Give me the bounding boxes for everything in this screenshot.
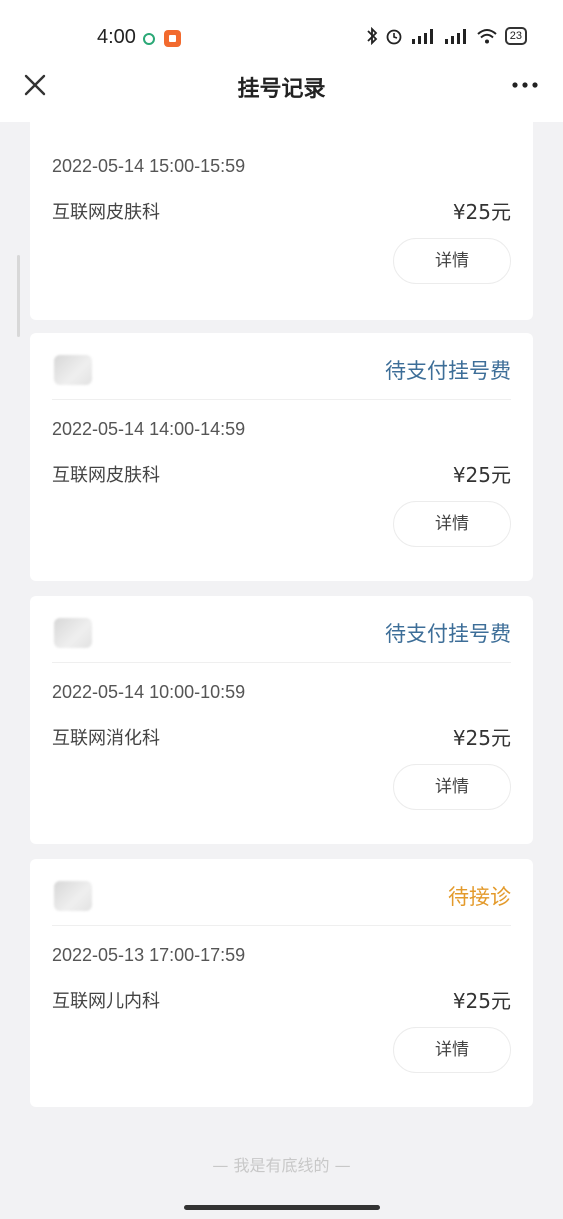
status-time: 4:00 (97, 26, 136, 48)
record-price: ¥25元 (452, 989, 511, 1013)
record-card: 2022-05-14 15:00-15:59 互联网皮肤科 ¥25元 详情 (30, 118, 533, 320)
notification-bubble-icon (143, 32, 155, 45)
record-status: 待支付挂号费 (385, 622, 511, 646)
status-bar: 4:00 23 (0, 0, 563, 74)
record-status: 待接诊 (448, 885, 511, 909)
record-card: 待支付挂号费 2022-05-14 14:00-14:59 互联网皮肤科 ¥25… (30, 333, 533, 581)
scroll-indicator (17, 255, 20, 337)
page-title: 挂号记录 (237, 77, 326, 102)
record-status: 待支付挂号费 (385, 359, 511, 383)
record-department: 互联网皮肤科 (52, 465, 160, 486)
record-price: ¥25元 (452, 726, 511, 750)
home-indicator[interactable] (184, 1205, 380, 1210)
record-price: ¥25元 (452, 463, 511, 487)
signal-icon (411, 29, 433, 44)
record-card: 待接诊 2022-05-13 17:00-17:59 互联网儿内科 ¥25元 详… (30, 859, 533, 1107)
bluetooth-icon (367, 27, 378, 45)
record-card-header: 待支付挂号费 (52, 596, 511, 663)
record-price: ¥25元 (452, 200, 511, 224)
alarm-icon (386, 29, 402, 45)
list-end-text: — 我是有底线的 — (212, 1156, 351, 1175)
avatar (54, 618, 92, 648)
record-department: 互联网消化科 (52, 728, 160, 749)
app-notification-icon (164, 30, 181, 47)
record-department: 互联网儿内科 (52, 991, 160, 1012)
detail-button[interactable]: 详情 (393, 238, 511, 284)
signal-icon-2 (444, 29, 466, 44)
more-options-icon[interactable] (511, 74, 539, 96)
battery-icon: 23 (504, 27, 527, 45)
wifi-icon (477, 29, 497, 44)
records-list[interactable]: 2022-05-14 15:00-15:59 互联网皮肤科 ¥25元 详情 待支… (0, 118, 563, 1219)
record-datetime: 2022-05-14 10:00-10:59 (52, 682, 246, 702)
record-card-header: 待接诊 (52, 859, 511, 926)
record-datetime: 2022-05-14 14:00-14:59 (52, 419, 246, 439)
status-system-icons: 23 (366, 27, 527, 45)
status-notification-icons (142, 30, 181, 47)
record-department: 互联网皮肤科 (52, 202, 160, 223)
avatar (54, 355, 92, 385)
avatar (54, 881, 92, 911)
record-datetime: 2022-05-13 17:00-17:59 (52, 945, 246, 965)
record-card-header: 待支付挂号费 (52, 333, 511, 400)
detail-button[interactable]: 详情 (393, 1027, 511, 1073)
record-datetime: 2022-05-14 15:00-15:59 (52, 156, 246, 176)
detail-button[interactable]: 详情 (393, 764, 511, 810)
detail-button[interactable]: 详情 (393, 501, 511, 547)
record-card: 待支付挂号费 2022-05-14 10:00-10:59 互联网消化科 ¥25… (30, 596, 533, 844)
navigation-bar: 挂号记录 (0, 74, 563, 122)
